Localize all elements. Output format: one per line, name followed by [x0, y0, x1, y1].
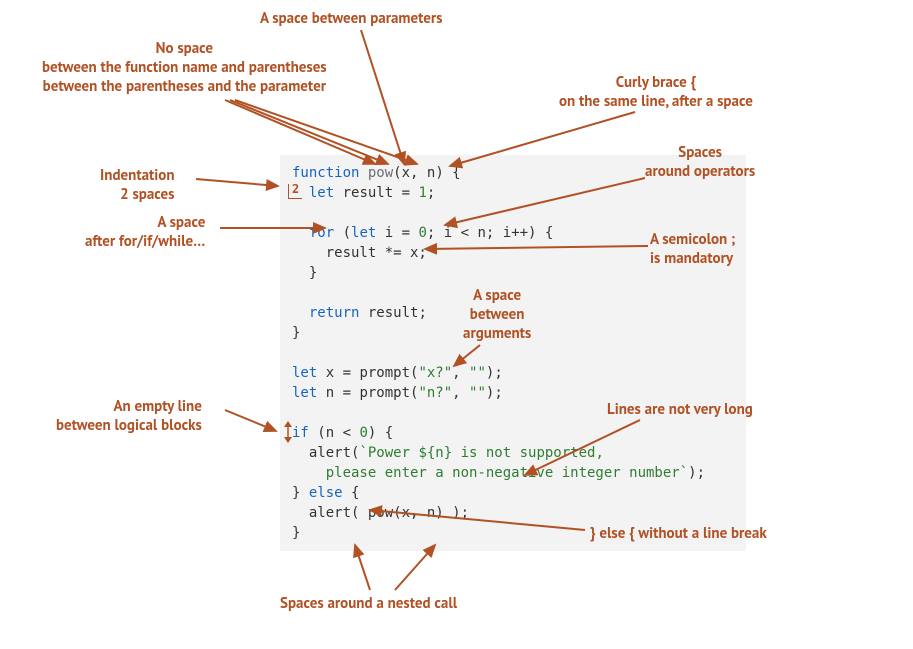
arrows-overlay	[0, 0, 913, 649]
